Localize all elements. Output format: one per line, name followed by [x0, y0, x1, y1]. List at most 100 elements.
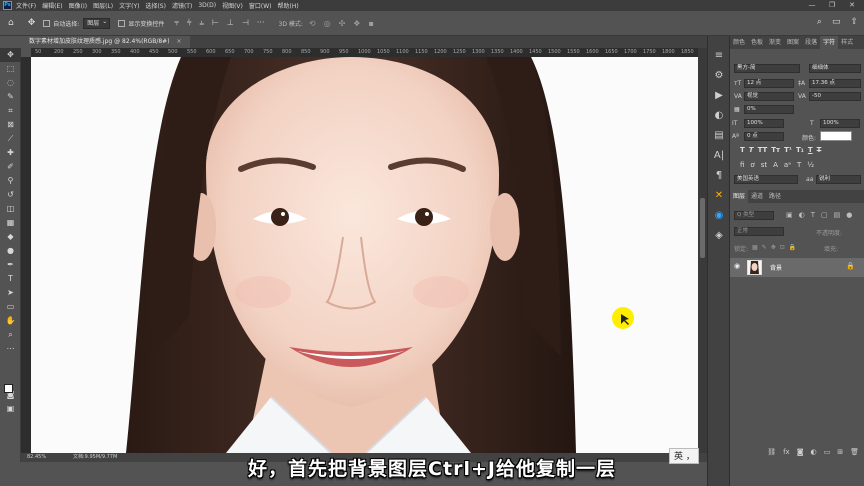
adjustments-icon[interactable]: ◐ — [708, 106, 730, 126]
document-canvas[interactable] — [31, 57, 698, 453]
minimize-button[interactable]: — — [802, 0, 822, 11]
align-right-icon[interactable]: ⊣ — [242, 18, 249, 28]
menu-window[interactable]: 窗口(W) — [249, 1, 272, 10]
play-icon[interactable]: ▶ — [708, 86, 730, 106]
all-caps-icon[interactable]: TT — [758, 146, 768, 154]
align-bottom-icon[interactable]: ⫨ — [199, 18, 204, 28]
underline-icon[interactable]: T — [808, 146, 813, 154]
filter-shape-icon[interactable]: ▢ — [821, 211, 828, 219]
baseline-field[interactable]: 0 点 — [744, 132, 784, 141]
restore-button[interactable]: ❐ — [822, 0, 842, 11]
vertical-scrollbar[interactable] — [698, 48, 707, 453]
tab-color[interactable]: 颜色 — [730, 36, 748, 49]
tab-styles[interactable]: 样式 — [838, 36, 856, 49]
tab-channels[interactable]: 通道 — [748, 190, 766, 203]
auto-select-dropdown[interactable]: 图层 — [83, 17, 111, 29]
history-icon[interactable]: ≡ — [708, 46, 730, 66]
3d-scale-icon[interactable]: ▪ — [368, 19, 373, 28]
vertical-scale-field[interactable]: 100% — [744, 119, 784, 128]
stylistic-icon[interactable]: st — [761, 161, 767, 169]
menu-file[interactable]: 文件(F) — [16, 1, 36, 10]
search-icon[interactable]: ⌕ — [817, 17, 822, 27]
crop-tool-icon[interactable]: ⌗ — [0, 104, 21, 118]
filter-pixel-icon[interactable]: ▣ — [786, 211, 793, 219]
menu-view[interactable]: 视图(V) — [222, 1, 243, 10]
distribute-more-icon[interactable]: ··· — [257, 18, 265, 28]
history-brush-tool-icon[interactable]: ↺ — [0, 188, 21, 202]
subscript-icon[interactable]: T₁ — [796, 146, 804, 154]
brush-tool-icon[interactable]: ✐ — [0, 160, 21, 174]
menu-edit[interactable]: 编辑(E) — [42, 1, 62, 10]
tools-cross-icon[interactable]: ✕ — [708, 186, 730, 206]
healing-brush-tool-icon[interactable]: ✚ — [0, 146, 21, 160]
lock-icons[interactable]: ▦✎✥⊡🔒 — [752, 244, 800, 251]
3d-rotate-icon[interactable]: ⟲ — [309, 19, 316, 28]
auto-select-checkbox[interactable] — [43, 19, 51, 27]
ordinal-icon[interactable]: aᵃ — [784, 161, 791, 169]
char-panel-icon[interactable]: A| — [708, 146, 730, 166]
ligature-icon[interactable]: fi — [740, 161, 744, 169]
scrollbar-thumb[interactable] — [700, 198, 705, 258]
default-colors-icon[interactable] — [0, 356, 21, 374]
filter-type-icon[interactable]: T — [811, 211, 815, 219]
filter-smart-icon[interactable]: ▤ — [834, 211, 841, 219]
tab-character[interactable]: 字符 — [820, 36, 839, 49]
tracking-field[interactable]: -50 — [809, 92, 861, 101]
swash-icon[interactable]: ơ — [750, 161, 754, 169]
tab-swatches[interactable]: 色板 — [748, 36, 766, 49]
tab-gradients[interactable]: 渐变 — [766, 36, 784, 49]
align-vcenter-icon[interactable]: ⫩ — [187, 18, 192, 28]
color-wheel-icon[interactable]: ◉ — [708, 206, 730, 226]
workspace-icon[interactable]: ▭ — [832, 17, 841, 27]
menu-select[interactable]: 选择(S) — [145, 1, 166, 10]
menu-layer[interactable]: 图层(L) — [93, 1, 113, 10]
frac-icon[interactable]: ½ — [807, 161, 814, 169]
document-tab[interactable]: 数字素材增加皮肤纹理质感.jpg @ 82.4%(RGB/8#) × — [21, 36, 190, 48]
marquee-tool-icon[interactable]: ⬚ — [0, 62, 21, 76]
quick-select-tool-icon[interactable]: ✎ — [0, 90, 21, 104]
zoom-tool-icon[interactable]: ⌕ — [0, 328, 21, 342]
foreground-color-swatch[interactable] — [4, 384, 13, 393]
gradient-tool-icon[interactable]: ▦ — [0, 216, 21, 230]
faux-bold-icon[interactable]: T — [740, 146, 745, 154]
move-tool-icon[interactable]: ✥ — [0, 48, 21, 62]
close-window-button[interactable]: ✕ — [842, 0, 862, 11]
3d-roll-icon[interactable]: ◎ — [324, 19, 331, 28]
text-color-swatch[interactable] — [820, 131, 852, 141]
pen-tool-icon[interactable]: ✒ — [0, 258, 21, 272]
path-select-tool-icon[interactable]: ➤ — [0, 286, 21, 300]
shape-tool-icon[interactable]: ▭ — [0, 300, 21, 314]
font-style-select[interactable]: 细细体 — [809, 64, 861, 73]
3d-slide-icon[interactable]: ❖ — [353, 19, 360, 28]
share-icon[interactable]: ⇪ — [850, 17, 858, 27]
frame-tool-icon[interactable]: ⊠ — [0, 118, 21, 132]
menu-type[interactable]: 文字(Y) — [119, 1, 139, 10]
screen-mode-icon[interactable]: ▣ — [0, 402, 21, 416]
libraries-icon[interactable]: ▤ — [708, 126, 730, 146]
lasso-tool-icon[interactable]: ◌ — [0, 76, 21, 90]
filter-adjust-icon[interactable]: ◐ — [799, 211, 805, 219]
hand-tool-icon[interactable]: ✋ — [0, 314, 21, 328]
show-transform-checkbox[interactable] — [118, 19, 126, 27]
titling-icon[interactable]: A — [773, 161, 778, 169]
small-caps-icon[interactable]: Tт — [771, 146, 780, 154]
language-select[interactable]: 美国英语 — [734, 175, 798, 184]
anti-alias-select[interactable]: 锐利 — [816, 175, 861, 184]
leading-field[interactable]: 17.36 点 — [809, 79, 861, 88]
menu-filter[interactable]: 滤镜(T) — [172, 1, 192, 10]
type-tool-icon[interactable]: T — [0, 272, 21, 286]
tab-patterns[interactable]: 图案 — [784, 36, 802, 49]
layer-row[interactable]: ◉ 背景 🔒 — [730, 258, 864, 277]
blur-tool-icon[interactable]: ◆ — [0, 230, 21, 244]
horizontal-scale-field[interactable]: 100% — [820, 119, 860, 128]
properties-icon[interactable]: ⚙ — [708, 66, 730, 86]
clone-stamp-tool-icon[interactable]: ⚲ — [0, 174, 21, 188]
dodge-tool-icon[interactable]: ● — [0, 244, 21, 258]
align-hcenter-icon[interactable]: ⊥ — [227, 18, 234, 28]
move-tool-icon[interactable]: ✥ — [28, 18, 36, 28]
paragraph-icon[interactable]: ¶ — [708, 166, 730, 186]
faux-italic-icon[interactable]: T — [749, 146, 754, 154]
edit-toolbar-icon[interactable]: ⋯ — [0, 342, 21, 356]
ime-indicator[interactable]: 英 ， — [669, 448, 699, 464]
3d-pan-icon[interactable]: ✣ — [339, 19, 346, 28]
